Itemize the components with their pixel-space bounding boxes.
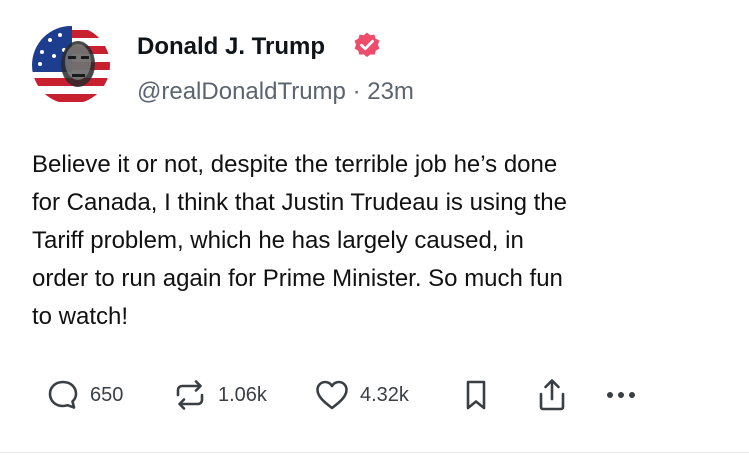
post-action-bar: 650 1.06k 4.32k: [0, 370, 749, 420]
post-timestamp[interactable]: 23m: [367, 78, 414, 105]
repost-count: 1.06k: [218, 383, 267, 406]
comment-bubble-icon: [46, 378, 80, 412]
share-button[interactable]: [535, 370, 569, 420]
bookmark-button[interactable]: [461, 370, 491, 420]
verified-badge-icon: [352, 31, 382, 61]
author-avatar[interactable]: [32, 26, 110, 104]
post-body-line: Believe it or not, despite the terrible …: [32, 151, 558, 178]
post-body-line: Tariff problem, which he has largely cau…: [32, 227, 524, 254]
heart-icon: [314, 378, 350, 412]
share-upload-icon: [535, 377, 569, 413]
more-options-button[interactable]: [603, 370, 639, 420]
bottom-divider: [0, 452, 749, 453]
post-body-line: to watch!: [32, 303, 129, 330]
post-card: Donald J. Trump @realDonaldTrump · 23m B…: [0, 0, 749, 461]
reply-button[interactable]: 650: [46, 370, 123, 420]
meta-separator: ·: [352, 78, 361, 105]
repost-button[interactable]: 1.06k: [172, 370, 267, 420]
bookmark-icon: [461, 378, 491, 412]
post-body: Believe it or not, despite the terrible …: [32, 146, 732, 336]
post-body-line: order to run again for Prime Minister. S…: [32, 265, 563, 292]
reply-count: 650: [90, 383, 124, 406]
post-body-line: for Canada, I think that Justin Trudeau …: [32, 189, 567, 216]
repost-arrows-icon: [172, 378, 208, 412]
more-dots-icon: [603, 378, 639, 412]
author-name[interactable]: Donald J. Trump: [137, 33, 325, 61]
author-handle[interactable]: @realDonaldTrump: [137, 78, 346, 105]
like-count: 4.32k: [360, 383, 409, 406]
like-button[interactable]: 4.32k: [314, 370, 409, 420]
author-meta: @realDonaldTrump · 23m: [137, 78, 414, 106]
avatar-flag-portrait-image: [32, 26, 110, 104]
